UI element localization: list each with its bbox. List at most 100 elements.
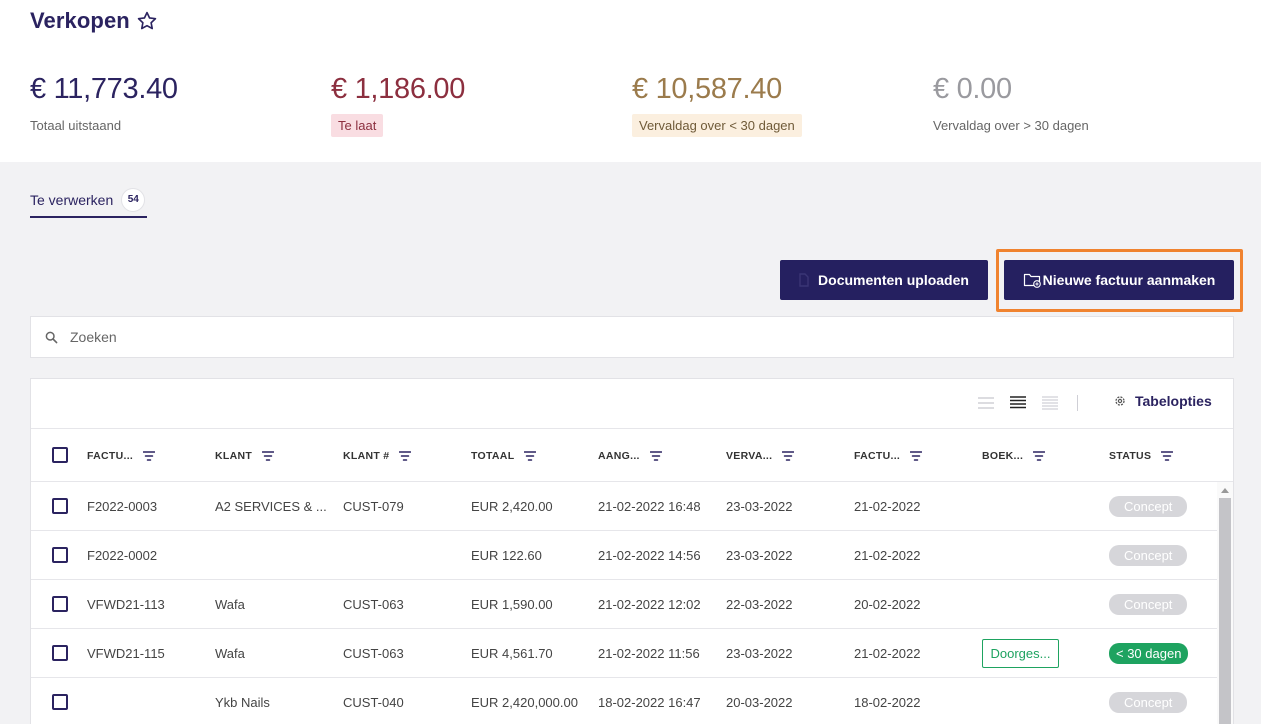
- booking-status-button[interactable]: Doorges...: [982, 639, 1059, 668]
- stat-total-label: Totaal uitstaand: [30, 118, 122, 133]
- stat-total-value: € 11,773.40: [30, 73, 178, 105]
- table-scrollbar[interactable]: [1217, 482, 1233, 724]
- stat-due-soon-badge: Vervaldag over < 30 dagen: [632, 114, 802, 137]
- new-invoice-button[interactable]: Nieuwe factuur aanmaken: [1004, 260, 1234, 300]
- density-compact-icon[interactable]: [977, 395, 995, 416]
- density-default-icon[interactable]: [1009, 395, 1027, 416]
- col-invoice-date-cell: 20-02-2022: [854, 597, 921, 612]
- scroll-up-arrow-icon[interactable]: [1221, 488, 1229, 493]
- col-due-date-cell: 23-03-2022: [726, 499, 793, 514]
- col-client-header[interactable]: KLANT: [215, 429, 275, 482]
- col-client-cell: A2 SERVICES & ...: [215, 499, 327, 514]
- tab-count-badge: 54: [121, 187, 146, 212]
- page-title: Verkopen: [30, 8, 130, 33]
- col-created-cell: 18-02-2022 16:47: [598, 695, 701, 710]
- col-due-date-header[interactable]: VERVA...: [726, 429, 795, 482]
- search-icon: [45, 331, 58, 344]
- title-row: Verkopen: [30, 8, 158, 34]
- col-status-cell: Concept: [1109, 482, 1188, 531]
- row-checkbox[interactable]: [52, 645, 68, 661]
- col-status-header[interactable]: STATUS: [1109, 429, 1174, 482]
- col-invoice-date-header[interactable]: FACTU...: [854, 429, 923, 482]
- column-label: KLANT #: [343, 449, 390, 462]
- col-status-cell: < 30 dagen: [1109, 629, 1189, 678]
- col-client-number-header[interactable]: KLANT #: [343, 429, 412, 482]
- star-icon[interactable]: [136, 10, 158, 32]
- stat-due-later: € 0.00 Vervaldag over > 30 dagen: [933, 72, 1089, 135]
- table-row[interactable]: F2022-0003 A2 SERVICES & ... CUST-079 EUR 2…: [31, 482, 1217, 531]
- col-client-cell: Wafa: [215, 646, 245, 661]
- filter-icon[interactable]: [910, 450, 923, 461]
- row-checkbox[interactable]: [52, 596, 68, 612]
- gear-icon: [1113, 394, 1127, 408]
- col-due-date-cell: 23-03-2022: [726, 646, 793, 661]
- filter-icon[interactable]: [649, 450, 662, 461]
- tab-te-verwerken[interactable]: Te verwerken 54: [30, 183, 148, 218]
- column-label: STATUS: [1109, 449, 1152, 462]
- summary-header: Verkopen € 11,773.40 Totaal uitstaand € …: [0, 0, 1261, 162]
- density-comfortable-icon[interactable]: [1041, 395, 1059, 416]
- col-status-cell: Concept: [1109, 678, 1188, 724]
- select-all-checkbox[interactable]: [52, 447, 68, 463]
- column-label: VERVA...: [726, 449, 773, 462]
- filter-icon[interactable]: [143, 450, 156, 461]
- stat-due-soon: € 10,587.40 Vervaldag over < 30 dagen: [632, 72, 802, 137]
- search-input[interactable]: [70, 329, 1170, 345]
- row-checkbox[interactable]: [52, 498, 68, 514]
- col-total-header[interactable]: TOTAAL: [471, 429, 537, 482]
- col-status-cell: Concept: [1109, 531, 1188, 580]
- col-invoice-number-cell: VFWD21-115: [87, 646, 165, 661]
- col-created-cell: 21-02-2022 16:48: [598, 499, 701, 514]
- status-badge: Concept: [1109, 496, 1188, 517]
- table-row[interactable]: Ykb Nails CUST-040 EUR 2,420,000.00 18-02-2…: [31, 678, 1217, 724]
- row-checkbox[interactable]: [52, 694, 68, 710]
- row-checkbox[interactable]: [52, 547, 68, 563]
- col-client-number-cell: CUST-063: [343, 597, 404, 612]
- col-invoice-date-cell: 18-02-2022: [854, 695, 921, 710]
- col-booking-header[interactable]: BOEK...: [982, 429, 1046, 482]
- table-row[interactable]: VFWD21-115 Wafa CUST-063 EUR 4,561.70 21-02-…: [31, 629, 1217, 678]
- col-total-cell: EUR 122.60: [471, 548, 542, 563]
- upload-icon: [799, 273, 809, 287]
- col-client-cell: Ykb Nails: [215, 695, 270, 710]
- status-badge: Concept: [1109, 594, 1188, 615]
- col-created-cell: 21-02-2022 12:02: [598, 597, 701, 612]
- col-invoice-number-header[interactable]: FACTU...: [87, 429, 156, 482]
- filter-icon[interactable]: [1033, 450, 1046, 461]
- table-row[interactable]: VFWD21-113 Wafa CUST-063 EUR 1,590.00 21-02-…: [31, 580, 1217, 629]
- new-invoice-label: Nieuwe factuur aanmaken: [1042, 272, 1216, 288]
- upload-documents-label: Documenten uploaden: [818, 272, 969, 288]
- col-total-cell: EUR 2,420.00: [471, 499, 553, 514]
- stat-total-outstanding: € 11,773.40 Totaal uitstaand: [30, 72, 178, 135]
- status-badge: Concept: [1109, 545, 1188, 566]
- toolbar-divider: [1077, 395, 1078, 411]
- col-invoice-date-cell: 21-02-2022: [854, 646, 921, 661]
- upload-documents-button[interactable]: Documenten uploaden: [780, 260, 988, 300]
- col-due-date-cell: 22-03-2022: [726, 597, 793, 612]
- status-badge: < 30 dagen: [1109, 643, 1189, 664]
- scroll-thumb[interactable]: [1219, 498, 1231, 724]
- col-client-number-cell: CUST-040: [343, 695, 404, 710]
- col-invoice-number-cell: VFWD21-113: [87, 597, 165, 612]
- col-created-header[interactable]: AANG...: [598, 429, 662, 482]
- col-due-date-cell: 20-03-2022: [726, 695, 793, 710]
- table-options-button[interactable]: Tabelopties: [1113, 393, 1212, 409]
- table-row[interactable]: F2022-0002 EUR 122.60 21-02-2022 14:56 23-0…: [31, 531, 1217, 580]
- col-booking-cell: Doorges...: [982, 629, 1059, 678]
- filter-icon[interactable]: [399, 450, 412, 461]
- column-label: FACTU...: [87, 449, 134, 462]
- filter-icon[interactable]: [1161, 450, 1174, 461]
- col-invoice-date-cell: 21-02-2022: [854, 548, 921, 563]
- filter-icon[interactable]: [524, 450, 537, 461]
- stat-due-later-value: € 0.00: [933, 73, 1012, 105]
- tab-label: Te verwerken: [30, 191, 114, 208]
- col-client-number-cell: CUST-079: [343, 499, 404, 514]
- col-due-date-cell: 23-03-2022: [726, 548, 793, 563]
- search-bar[interactable]: [30, 316, 1234, 358]
- status-badge: Concept: [1109, 692, 1188, 713]
- filter-icon[interactable]: [782, 450, 795, 461]
- column-label: AANG...: [598, 449, 640, 462]
- filter-icon[interactable]: [262, 450, 275, 461]
- stat-overdue-value: € 1,186.00: [331, 73, 466, 105]
- column-label: BOEK...: [982, 449, 1024, 462]
